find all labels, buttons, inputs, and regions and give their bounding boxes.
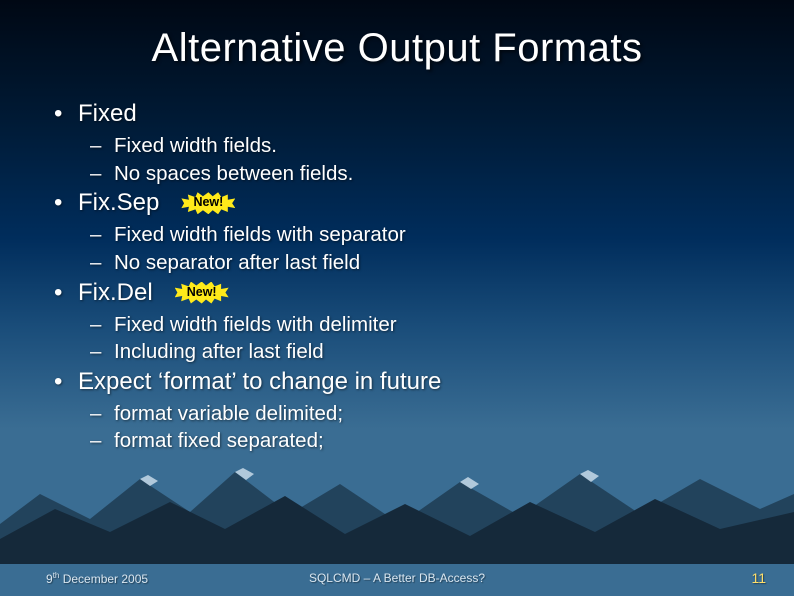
sub-fixdel-2: Including after last field — [48, 339, 794, 365]
slide-title: Alternative Output Formats — [0, 0, 794, 81]
bullet-fixsep-label: Fix.Sep — [78, 188, 159, 218]
new-badge-icon: New! — [175, 282, 229, 304]
footer-date: 9th December 2005 — [46, 571, 148, 586]
slide-content: Fixed Fixed width fields. No spaces betw… — [0, 81, 794, 454]
sub-fixsep-1: Fixed width fields with separator — [48, 222, 794, 248]
bullet-fixdel: Fix.Del New! — [48, 278, 794, 308]
bullet-fixsep: Fix.Sep New! — [48, 188, 794, 218]
sub-expect-1: format variable delimited; — [48, 401, 794, 427]
bullet-expect-label: Expect ‘format’ to change in future — [78, 367, 441, 397]
bullet-fixed-label: Fixed — [78, 99, 137, 129]
footer-date-day: 9 — [46, 572, 53, 586]
new-badge-icon: New! — [181, 192, 235, 214]
footer-date-rest: December 2005 — [59, 572, 148, 586]
slide-footer: 9th December 2005 SQLCMD – A Better DB-A… — [0, 560, 794, 596]
bullet-fixed: Fixed — [48, 99, 794, 129]
sub-fixsep-2: No separator after last field — [48, 250, 794, 276]
bullet-expect: Expect ‘format’ to change in future — [48, 367, 794, 397]
sub-expect-2: format fixed separated; — [48, 428, 794, 454]
footer-page-number: 11 — [751, 570, 766, 586]
bullet-fixdel-label: Fix.Del — [78, 278, 153, 308]
sub-fixdel-1: Fixed width fields with delimiter — [48, 312, 794, 338]
sub-fixed-1: Fixed width fields. — [48, 133, 794, 159]
sub-fixed-2: No spaces between fields. — [48, 161, 794, 187]
